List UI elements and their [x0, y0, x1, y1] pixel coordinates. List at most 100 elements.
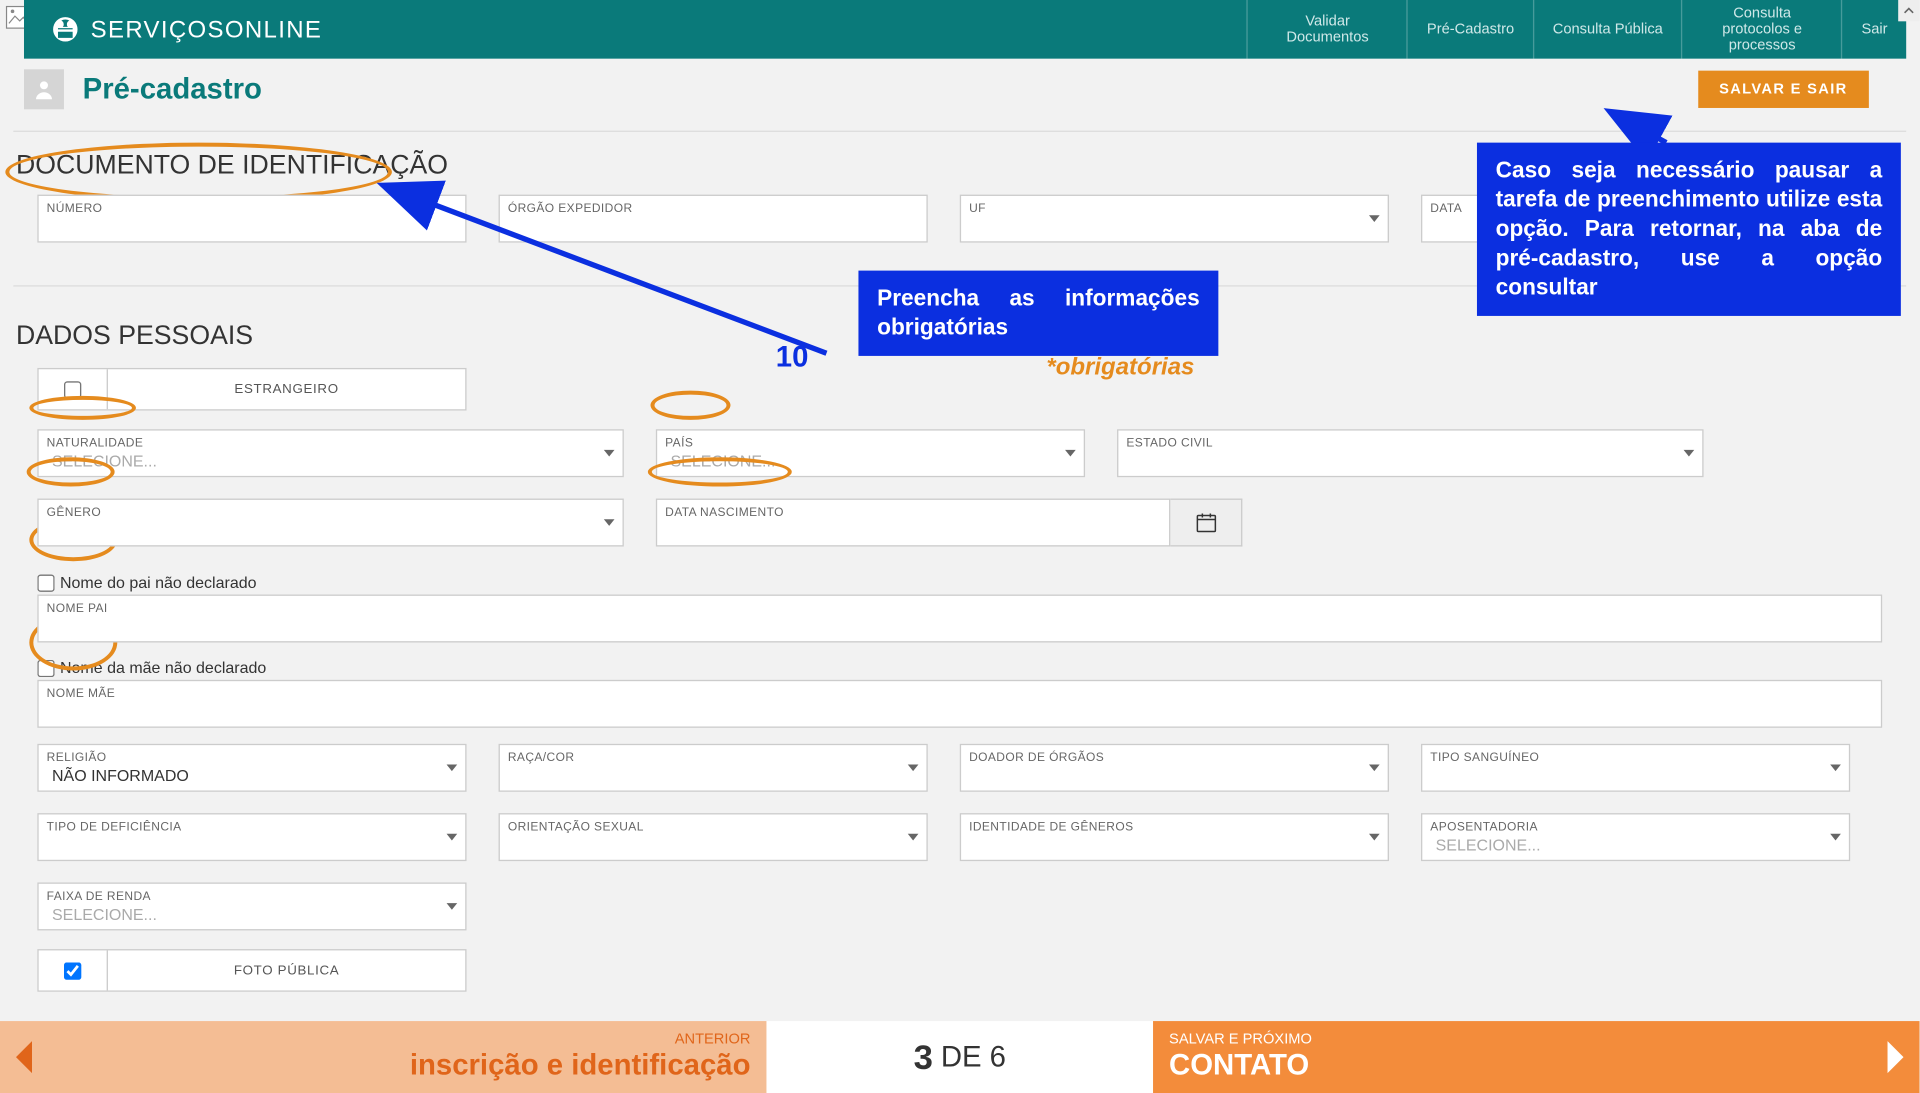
pais-placeholder: SELECIONE...: [670, 452, 775, 471]
chevron-right-icon: [1888, 1041, 1904, 1073]
header-nav: Validar Documentos Pré-Cadastro Consulta…: [1247, 0, 1906, 59]
chevron-down-icon: [1369, 215, 1380, 222]
chevron-down-icon: [908, 834, 919, 841]
page-title: Pré-cadastro: [83, 72, 262, 107]
nome-mae-input[interactable]: [39, 681, 1881, 726]
faixa-renda-placeholder: SELECIONE...: [52, 905, 157, 924]
orgao-label: ÓRGÃO EXPEDIDOR: [508, 201, 633, 214]
genero-label: GÊNERO: [47, 505, 101, 518]
chevron-down-icon: [1369, 834, 1380, 841]
documento-title: DOCUMENTO DE IDENTIFICAÇÃO: [16, 151, 448, 180]
save-exit-button[interactable]: SALVAR E SAIR: [1698, 71, 1869, 108]
naturalidade-label: NATURALIDADE: [47, 436, 144, 449]
nome-pai-field[interactable]: NOME PAI: [37, 595, 1882, 643]
numero-input[interactable]: [39, 196, 466, 241]
orgao-field[interactable]: ÓRGÃO EXPEDIDOR: [499, 195, 928, 243]
numero-field[interactable]: NÚMERO: [37, 195, 466, 243]
scrollbar-up[interactable]: [1898, 0, 1919, 21]
dados-section: DADOS PESSOAIS ESTRANGEIRO NATURALIDADE …: [13, 285, 1906, 991]
orientacao-label: ORIENTAÇÃO SEXUAL: [508, 820, 644, 833]
chevron-down-icon: [1830, 834, 1841, 841]
calendar-icon: [1194, 511, 1218, 535]
uf-field[interactable]: UF: [960, 195, 1389, 243]
nav-sair[interactable]: Sair: [1841, 0, 1906, 59]
deficiencia-field[interactable]: TIPO DE DEFICIÊNCIA: [37, 813, 466, 861]
foto-publica-box: FOTO PÚBLICA: [37, 949, 466, 992]
chevron-down-icon: [604, 519, 615, 526]
footer-next-small: SALVAR E PRÓXIMO: [1169, 1032, 1312, 1048]
nome-mae-checkbox[interactable]: [37, 659, 54, 676]
orientacao-field[interactable]: ORIENTAÇÃO SEXUAL: [499, 813, 928, 861]
genero-field[interactable]: GÊNERO: [37, 499, 624, 547]
footer-stepper: ANTERIOR inscrição e identificação 3 DE …: [0, 1021, 1920, 1093]
foto-publica-label: FOTO PÚBLICA: [108, 963, 465, 978]
doador-field[interactable]: DOADOR DE ÓRGÃOS: [960, 744, 1389, 792]
chevron-down-icon: [1684, 450, 1695, 457]
pais-label: PAÍS: [665, 436, 693, 449]
nav-protocolos[interactable]: Consulta protocolos e processos: [1681, 0, 1841, 59]
avatar-icon: [24, 69, 64, 109]
chevron-down-icon: [1065, 450, 1076, 457]
faixa-renda-field[interactable]: FAIXA DE RENDA SELECIONE...: [37, 882, 466, 930]
nome-mae-label: NOME MÃE: [47, 686, 116, 699]
nav-consulta[interactable]: Consulta Pública: [1533, 0, 1682, 59]
footer-prev-big: inscrição e identificação: [410, 1048, 751, 1083]
chevron-down-icon: [447, 834, 458, 841]
nome-pai-checkbox[interactable]: [37, 574, 54, 591]
aposentadoria-placeholder: SELECIONE...: [1436, 836, 1541, 855]
footer-next[interactable]: SALVAR E PRÓXIMO CONTATO: [1153, 1021, 1919, 1093]
annotation-preencha: Preencha as informações obrigatórias: [858, 271, 1218, 357]
estado-civil-field[interactable]: ESTADO CIVIL: [1117, 429, 1704, 477]
naturalidade-placeholder: SELECIONE...: [52, 452, 157, 471]
nav-validar[interactable]: Validar Documentos: [1247, 0, 1407, 59]
sangue-field[interactable]: TIPO SANGUÍNEO: [1421, 744, 1850, 792]
footer-step: 3 DE 6: [766, 1021, 1153, 1093]
nome-mae-chk-label: Nome da mãe não declarado: [60, 659, 266, 678]
footer-prev[interactable]: ANTERIOR inscrição e identificação: [0, 1021, 766, 1093]
footer-step-word: DE: [941, 1040, 982, 1075]
deficiencia-label: TIPO DE DEFICIÊNCIA: [47, 820, 182, 833]
brand: SERVIÇOSONLINE: [24, 15, 322, 44]
data-nasc-label: DATA NASCIMENTO: [665, 505, 784, 518]
data-nasc-field[interactable]: DATA NASCIMENTO: [656, 499, 1171, 547]
identidade-field[interactable]: IDENTIDADE DE GÊNEROS: [960, 813, 1389, 861]
nav-precadastro[interactable]: Pré-Cadastro: [1407, 0, 1533, 59]
nome-pai-chk-label: Nome do pai não declarado: [60, 573, 257, 592]
chevron-left-icon: [16, 1041, 32, 1073]
footer-step-total: 6: [990, 1040, 1006, 1075]
religiao-value: NÃO INFORMADO: [52, 766, 189, 785]
brand-text: SERVIÇOSONLINE: [91, 15, 323, 43]
chevron-down-icon: [604, 450, 615, 457]
identidade-label: IDENTIDADE DE GÊNEROS: [969, 820, 1133, 833]
nome-pai-input[interactable]: [39, 596, 1881, 641]
uf-label: UF: [969, 201, 986, 214]
chevron-down-icon: [1830, 764, 1841, 771]
chevron-down-icon: [447, 903, 458, 910]
estrangeiro-box: ESTRANGEIRO: [37, 368, 466, 411]
chevron-down-icon: [1369, 764, 1380, 771]
dados-title: DADOS PESSOAIS: [16, 321, 253, 350]
app-header: SERVIÇOSONLINE Validar Documentos Pré-Ca…: [24, 0, 1906, 59]
nome-pai-label: NOME PAI: [47, 601, 108, 614]
religiao-label: RELIGIÃO: [47, 750, 107, 763]
aposentadoria-label: APOSENTADORIA: [1430, 820, 1538, 833]
pais-field[interactable]: PAÍS SELECIONE...: [656, 429, 1085, 477]
aposentadoria-field[interactable]: APOSENTADORIA SELECIONE...: [1421, 813, 1850, 861]
annotation-salvar-hint: Caso seja necessário pausar a tarefa de …: [1477, 143, 1901, 317]
chevron-down-icon: [908, 764, 919, 771]
religiao-field[interactable]: RELIGIÃO NÃO INFORMADO: [37, 744, 466, 792]
nome-mae-field[interactable]: NOME MÃE: [37, 680, 1882, 728]
brand-icon: [51, 15, 80, 44]
foto-publica-checkbox[interactable]: [64, 962, 81, 979]
footer-step-cur: 3: [914, 1036, 933, 1077]
doador-label: DOADOR DE ÓRGÃOS: [969, 750, 1104, 763]
raca-field[interactable]: RAÇA/COR: [499, 744, 928, 792]
page-title-bar: Pré-cadastro SALVAR E SAIR: [24, 69, 1906, 109]
naturalidade-field[interactable]: NATURALIDADE SELECIONE...: [37, 429, 624, 477]
annotation-obrigatorias: *obrigatórias: [1046, 353, 1194, 381]
calendar-button[interactable]: [1170, 499, 1242, 547]
footer-prev-small: ANTERIOR: [410, 1032, 751, 1048]
estrangeiro-checkbox[interactable]: [64, 381, 81, 398]
footer-next-big: CONTATO: [1169, 1048, 1312, 1083]
data-label: DATA: [1430, 201, 1462, 214]
